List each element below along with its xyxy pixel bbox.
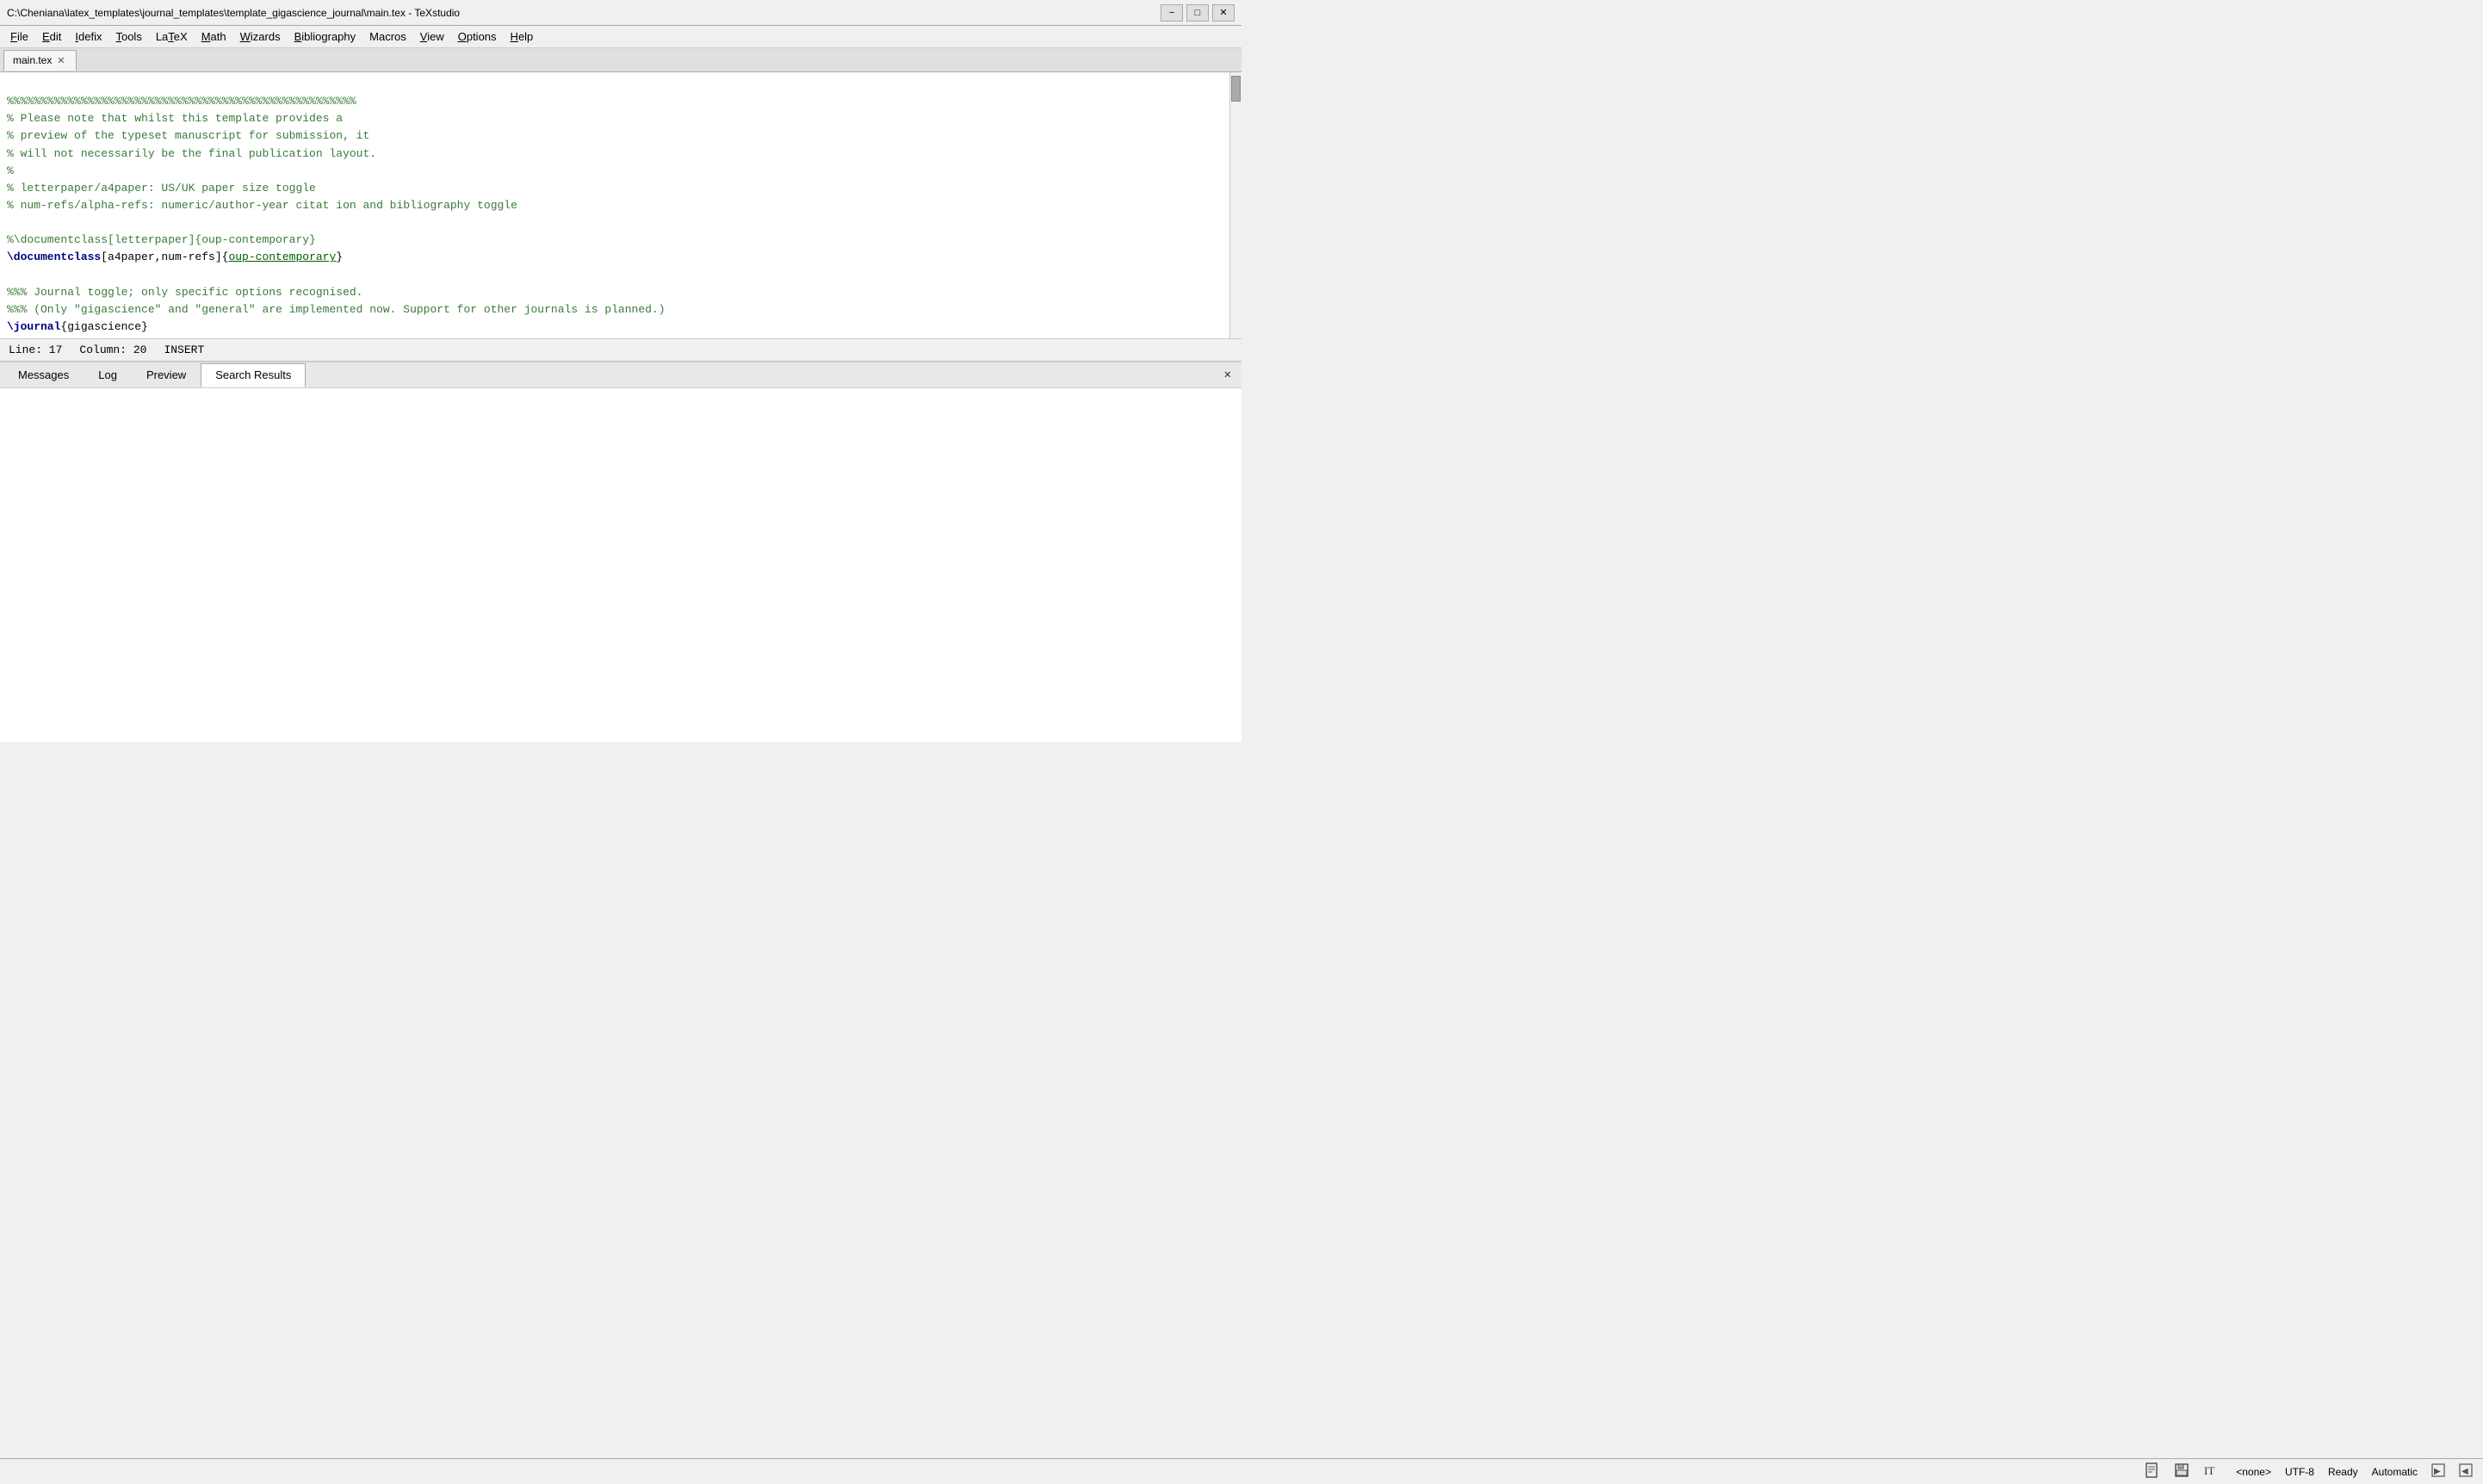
app: C:\Cheniana\latex_templates\journal_temp… <box>0 0 1242 742</box>
status-it: IT <box>2203 1462 2222 1481</box>
window-controls: − □ ✕ <box>1161 4 1235 22</box>
tab-label: main.tex <box>13 54 52 66</box>
status-icon-2: ◀ <box>2459 1463 2473 1480</box>
scrollbar-thumb[interactable] <box>1231 76 1241 102</box>
status-ready: Ready <box>2328 1466 2358 1478</box>
svg-text:IT: IT <box>2204 1464 2214 1477</box>
menu-latex[interactable]: LaTeX <box>149 28 195 45</box>
editor-content: %%%%%%%%%%%%%%%%%%%%%%%%%%%%%%%%%%%%%%%%… <box>0 72 1242 338</box>
menu-bibliography[interactable]: Bibliography <box>288 28 363 45</box>
menu-macros[interactable]: Macros <box>362 28 413 45</box>
editor-area[interactable]: %%%%%%%%%%%%%%%%%%%%%%%%%%%%%%%%%%%%%%%%… <box>0 72 1242 339</box>
panel-tab-preview[interactable]: Preview <box>132 363 201 387</box>
maximize-button[interactable]: □ <box>1186 4 1209 22</box>
status-icon-1: ▶ <box>2431 1463 2445 1480</box>
svg-text:◀: ◀ <box>2461 1467 2468 1476</box>
document-icon <box>2145 1462 2160 1478</box>
status-spellcheck: Automatic <box>2372 1466 2418 1478</box>
window-title: C:\Cheniana\latex_templates\journal_temp… <box>7 7 460 19</box>
mode-indicator: INSERT <box>164 343 204 356</box>
status-grammar: <none> <box>2236 1466 2271 1478</box>
main-content: %%%%%%%%%%%%%%%%%%%%%%%%%%%%%%%%%%%%%%%%… <box>0 72 1242 742</box>
panel-tab-bar: Messages Log Preview Search Results ✕ <box>0 362 1242 388</box>
panel-tabs: Messages Log Preview Search Results <box>3 363 306 387</box>
menu-options[interactable]: Options <box>451 28 504 45</box>
it-icon: IT <box>2203 1462 2222 1478</box>
panel-content <box>0 388 1242 742</box>
status-icon-right <box>2174 1462 2189 1481</box>
status-encoding: UTF-8 <box>2285 1466 2314 1478</box>
title-bar: C:\Cheniana\latex_templates\journal_temp… <box>0 0 1242 26</box>
status-icon-left <box>2145 1462 2160 1481</box>
menu-idefix[interactable]: Idefix <box>68 28 108 45</box>
tab-bar: main.tex ✕ <box>0 48 1242 72</box>
main-status-bar: IT <none> UTF-8 Ready Automatic ▶ ◀ <box>0 1458 2483 1484</box>
menu-view[interactable]: View <box>413 28 451 45</box>
svg-text:▶: ▶ <box>2434 1467 2441 1476</box>
bottom-panel: Messages Log Preview Search Results ✕ <box>0 362 1242 742</box>
line-indicator: Line: 17 <box>9 343 62 356</box>
menu-wizards[interactable]: Wizards <box>233 28 288 45</box>
menu-math[interactable]: Math <box>195 28 233 45</box>
panel-tab-search-results[interactable]: Search Results <box>201 363 306 387</box>
minimize-button[interactable]: − <box>1161 4 1183 22</box>
column-indicator: Column: 20 <box>79 343 146 356</box>
close-button[interactable]: ✕ <box>1212 4 1235 22</box>
tab-close-icon[interactable]: ✕ <box>57 55 65 66</box>
menu-file[interactable]: File <box>3 28 35 45</box>
save-icon <box>2174 1462 2189 1478</box>
search-next-icon: ▶ <box>2431 1463 2445 1477</box>
editor-tab-main-tex[interactable]: main.tex ✕ <box>3 50 77 71</box>
panel-tab-messages[interactable]: Messages <box>3 363 84 387</box>
editor-scrollbar[interactable] <box>1229 72 1242 338</box>
editor-wrapper: %%%%%%%%%%%%%%%%%%%%%%%%%%%%%%%%%%%%%%%%… <box>0 72 1242 339</box>
search-prev-icon: ◀ <box>2459 1463 2473 1477</box>
menu-help[interactable]: Help <box>504 28 541 45</box>
panel-tab-log[interactable]: Log <box>84 363 132 387</box>
editor-status-bar: Line: 17 Column: 20 INSERT <box>0 339 1242 362</box>
menu-bar: File Edit Idefix Tools LaTeX Math Wizard… <box>0 26 1242 48</box>
menu-edit[interactable]: Edit <box>35 28 68 45</box>
panel-close-button[interactable]: ✕ <box>1217 366 1238 384</box>
menu-tools[interactable]: Tools <box>108 28 148 45</box>
